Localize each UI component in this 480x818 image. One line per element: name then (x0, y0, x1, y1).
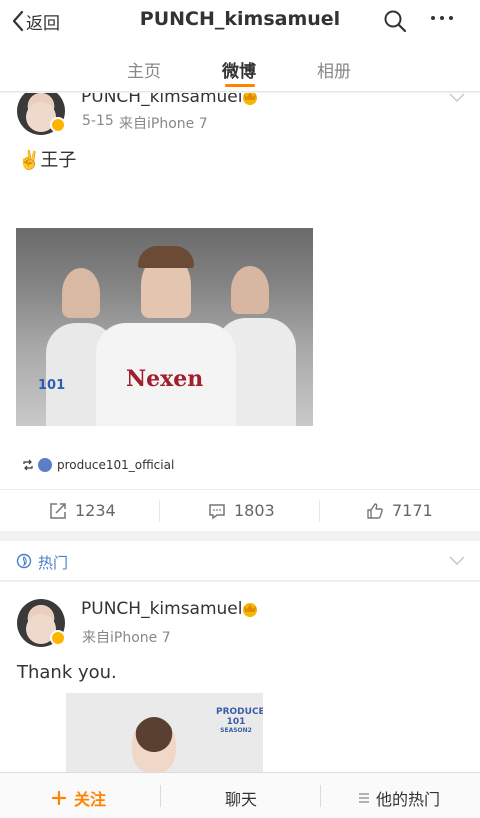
chevron-down-icon[interactable] (449, 556, 465, 566)
chevron-down-icon[interactable] (449, 93, 465, 103)
comment-icon (209, 503, 225, 519)
verified-badge-icon (50, 630, 66, 646)
chevron-left-icon (12, 10, 24, 32)
post-card[interactable]: PUNCH_kimsamuel 来自iPhone 7 Thank you. PR… (0, 582, 480, 772)
repost-username[interactable]: produce101_official (57, 458, 174, 472)
photo-logo: 101 (38, 378, 66, 393)
page-title: PUNCH_kimsamuel (139, 8, 341, 30)
tab-album[interactable]: 相册 (317, 57, 351, 82)
thumbs-up-icon (367, 502, 383, 519)
search-icon[interactable] (383, 9, 407, 33)
post-card[interactable]: PUNCH_kimsamuel 5-15 来自iPhone 7 ✌️王子 Nex… (0, 93, 480, 531)
poster-face (132, 717, 176, 772)
photo-shirt-text: Nexen (126, 366, 204, 392)
repost-source[interactable]: produce101_official (22, 458, 174, 472)
hot-tag-icon (16, 553, 32, 569)
his-hot-button[interactable]: 他的热门 (358, 786, 440, 810)
like-count: 7171 (392, 501, 433, 520)
like-button[interactable]: 7171 (366, 501, 433, 520)
bottom-action-bar: 关注 聊天 他的热门 (0, 772, 480, 818)
divider (319, 500, 320, 522)
post-action-bar: 1234 1803 7171 (0, 489, 480, 531)
verified-badge-icon (50, 117, 66, 133)
repost-count: 1234 (75, 501, 116, 520)
post-photo[interactable]: PRODUCE 101 SEASON2 (66, 693, 263, 772)
post-text: ✌️王子 (18, 150, 77, 171)
share-icon (50, 502, 66, 519)
hot-section-header[interactable]: 热门 (0, 541, 480, 581)
chat-label: 聊天 (225, 790, 258, 809)
victory-hand-emoji-icon: ✌️ (18, 150, 41, 171)
back-label: 返回 (26, 13, 60, 34)
crown-emoji-icon (243, 603, 257, 617)
divider (160, 785, 161, 807)
post-photo[interactable]: Nexen 101 (16, 228, 313, 426)
active-tab-indicator (225, 84, 255, 87)
comment-count: 1803 (234, 501, 275, 520)
post-source: 来自iPhone 7 (119, 116, 208, 132)
follow-label: 关注 (74, 790, 107, 809)
follow-button[interactable]: 关注 (52, 786, 106, 810)
repost-button[interactable]: 1234 (49, 501, 116, 520)
post-username[interactable]: PUNCH_kimsamuel (81, 599, 242, 619)
source-avatar-icon (38, 458, 52, 472)
hot-section-label: 热门 (38, 554, 69, 572)
tab-weibo[interactable]: 微博 (222, 57, 256, 82)
repost-icon (23, 459, 33, 471)
comment-button[interactable]: 1803 (208, 501, 275, 520)
post-username[interactable]: PUNCH_kimsamuel (81, 93, 242, 107)
crown-emoji-icon (243, 93, 257, 105)
divider (159, 500, 160, 522)
profile-tabs: 主页 微博 相册 (0, 44, 480, 92)
post-date: 5-15 (82, 113, 114, 129)
his-hot-label: 他的热门 (376, 790, 441, 809)
back-button[interactable]: 返回 (12, 8, 60, 34)
chat-button[interactable]: 聊天 (225, 786, 257, 810)
post-source: 来自iPhone 7 (82, 630, 171, 646)
post-text: Thank you. (17, 662, 117, 683)
more-icon[interactable] (431, 16, 453, 20)
poster-logo: PRODUCE 101 SEASON2 (216, 707, 263, 734)
divider (320, 785, 321, 807)
tab-home[interactable]: 主页 (127, 57, 161, 82)
top-navbar: 返回 PUNCH_kimsamuel (0, 0, 480, 44)
menu-lines-icon (359, 793, 369, 803)
plus-icon (52, 791, 66, 805)
